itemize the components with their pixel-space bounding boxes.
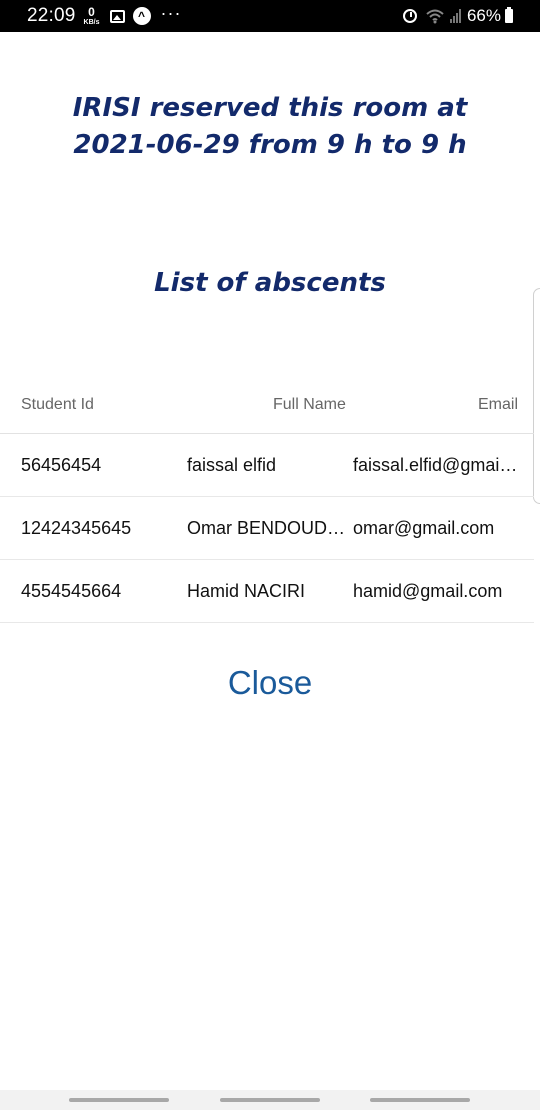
app-circle-icon: ^: [132, 7, 151, 25]
cell-full-name: Hamid NACIRI: [187, 581, 306, 601]
data-rate-value: 0: [88, 5, 95, 19]
nav-home-handle[interactable]: [220, 1098, 320, 1102]
status-left: 22:09 0 KB/s ^ ···: [27, 0, 181, 32]
status-bar: 22:09 0 KB/s ^ ··· 66%: [0, 0, 540, 32]
cell-student-id: 4554545664: [21, 581, 122, 601]
table-row[interactable]: 56456454 faissal elfid faissal.elfid@gma…: [0, 434, 534, 497]
alarm-icon: [402, 9, 417, 23]
table-row[interactable]: 4554545664 Hamid NACIRI hamid@gmail.com: [0, 560, 534, 623]
status-right: 66%: [402, 0, 513, 32]
battery-percent: 66%: [466, 6, 501, 25]
header-email[interactable]: Email: [478, 396, 518, 414]
header-student-id[interactable]: Student Id: [21, 396, 94, 414]
status-time: 22:09: [27, 5, 76, 26]
nav-back-handle[interactable]: [370, 1098, 470, 1102]
more-dots-icon: ···: [160, 2, 182, 23]
header-full-name[interactable]: Full Name: [273, 396, 346, 414]
close-button[interactable]: Close: [0, 664, 540, 702]
table-row[interactable]: 12424345645 Omar BENDOUDOUH omar@gmail.c…: [0, 497, 534, 560]
cell-student-id: 12424345645: [21, 518, 132, 538]
cell-email: hamid@gmail.com: [353, 581, 503, 601]
nav-recents-handle[interactable]: [69, 1098, 169, 1102]
absents-table: Student Id Full Name Email 56456454 fais…: [0, 380, 534, 623]
cell-email: omar@gmail.com: [353, 518, 495, 538]
table-header: Student Id Full Name Email: [0, 380, 534, 434]
scroll-indicator[interactable]: [533, 288, 540, 504]
reservation-title-line2: 2021-06-29 from 9 h to 9 h: [73, 130, 467, 160]
data-rate-indicator: 0 KB/s: [84, 6, 100, 26]
cell-student-id: 56456454: [21, 455, 102, 475]
signal-icon: [449, 9, 461, 23]
absents-list-title: List of abscents: [154, 268, 386, 298]
reservation-title-line1: IRISI reserved this room at: [72, 93, 468, 123]
cell-full-name: Omar BENDOUDOUH: [187, 518, 349, 538]
navigation-bar: [0, 1090, 540, 1110]
image-icon: [109, 9, 125, 23]
wifi-icon: [426, 9, 444, 24]
cell-full-name: faissal elfid: [187, 455, 277, 475]
cell-email: faissal.elfid@gmail.com: [353, 455, 521, 475]
data-rate-unit: KB/s: [83, 19, 100, 26]
battery-icon: [505, 7, 513, 23]
reservation-title: IRISI reserved this room at 2021-06-29 f…: [0, 90, 540, 164]
